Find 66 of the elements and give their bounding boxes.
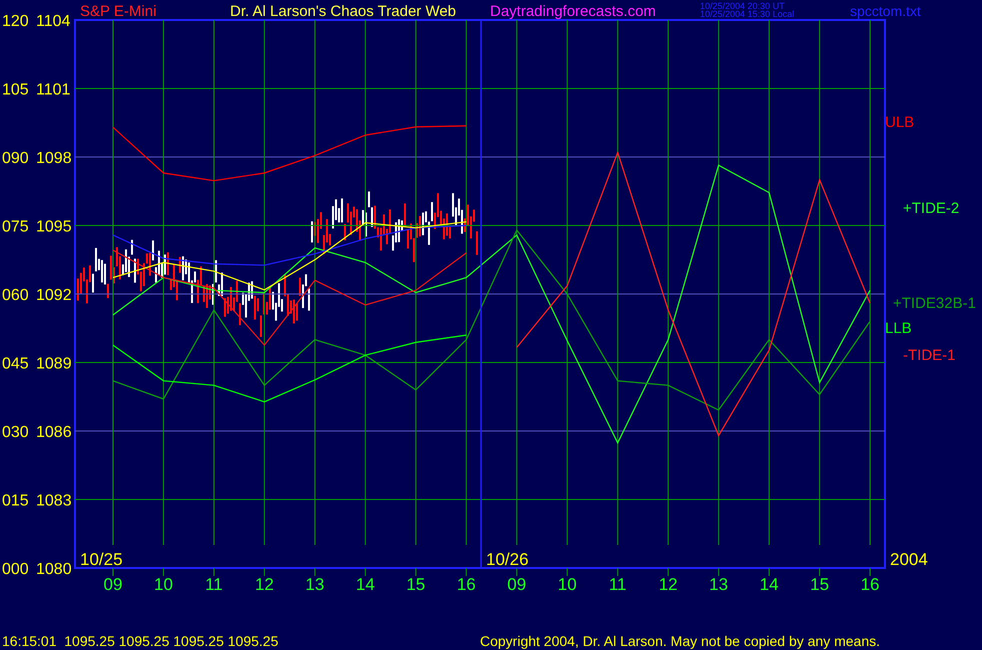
tick-mark [870,568,871,576]
price-label: 1095 [36,218,72,236]
tick-mark [668,568,669,576]
price-label: 1098 [36,150,72,167]
tick-mark [112,568,114,576]
hour-label: 10 [154,575,173,594]
hour-label: 12 [254,575,274,594]
series-label: ULB [885,114,914,131]
series-label: LLB [885,320,912,337]
series-label: +TIDE32B-1 [893,295,976,312]
tick-mark [466,568,467,576]
scale-label: 000 [2,561,29,578]
scale-label: 090 [2,150,29,167]
hour-label: 10 [558,575,577,594]
scale-label: 060 [2,287,29,304]
tick-mark [314,568,316,576]
hour-label: 15 [810,575,830,594]
date-label: 2004 [890,550,928,569]
tick-mark [768,568,770,576]
scale-label: 075 [2,218,29,236]
quote-text: 16:15:01 1095.25 1095.25 1095.25 1095.25 [2,633,278,649]
date-label: 10/26 [486,550,529,569]
tick-mark [415,568,416,576]
hour-label: 15 [406,575,426,594]
tick-mark [213,568,214,576]
timestamp-text: 10/25/2004 15:30 Local [700,9,794,19]
price-label: 1101 [36,82,70,98]
tick-mark [617,568,618,576]
copyright-text: Copyright 2004, Dr. Al Larson. May not be copied by any means. [480,633,880,649]
tick-mark [718,568,720,576]
hour-label: 09 [507,575,526,594]
hour-label: 16 [456,575,476,594]
scale-label: 045 [2,356,29,372]
timestamp-text: 10/25/2004 20:30 UT [700,1,785,11]
scale-label: 015 [2,492,29,510]
tick-mark [162,568,164,576]
tick-mark [264,568,265,576]
hour-label: 14 [760,575,779,594]
tick-mark [819,568,820,576]
hour-label: 11 [205,575,223,594]
price-label: 1083 [36,492,72,510]
price-label: 1089 [36,356,72,372]
scale-label: 030 [2,424,29,441]
series-label: -TIDE-1 [903,347,956,364]
date-label: 10/25 [80,550,123,569]
hour-label: 16 [860,575,880,594]
hour-label: 12 [658,575,678,594]
price-label: 1104 [36,13,70,30]
tick-mark [566,568,568,576]
hour-label: 13 [709,575,728,594]
series-label: +TIDE-2 [903,200,960,217]
chart-title: Dr. Al Larson's Chaos Trader Web [230,3,456,20]
file-name: spcctom.txt [850,3,921,19]
price-label: 1092 [36,287,72,304]
instrument-title: S&P E-Mini [80,3,156,20]
hour-label: 09 [104,575,122,594]
hour-label: 13 [305,575,324,594]
site-link[interactable]: Daytradingforecasts.com [490,3,656,20]
scale-label: 120 [2,13,29,30]
tick-mark [364,568,366,576]
price-label: 1086 [36,424,72,441]
hour-label: 11 [608,575,627,594]
scale-label: 105 [2,82,29,98]
price-label: 1080 [36,561,72,578]
tick-mark [516,568,518,576]
hour-label: 14 [356,575,375,594]
